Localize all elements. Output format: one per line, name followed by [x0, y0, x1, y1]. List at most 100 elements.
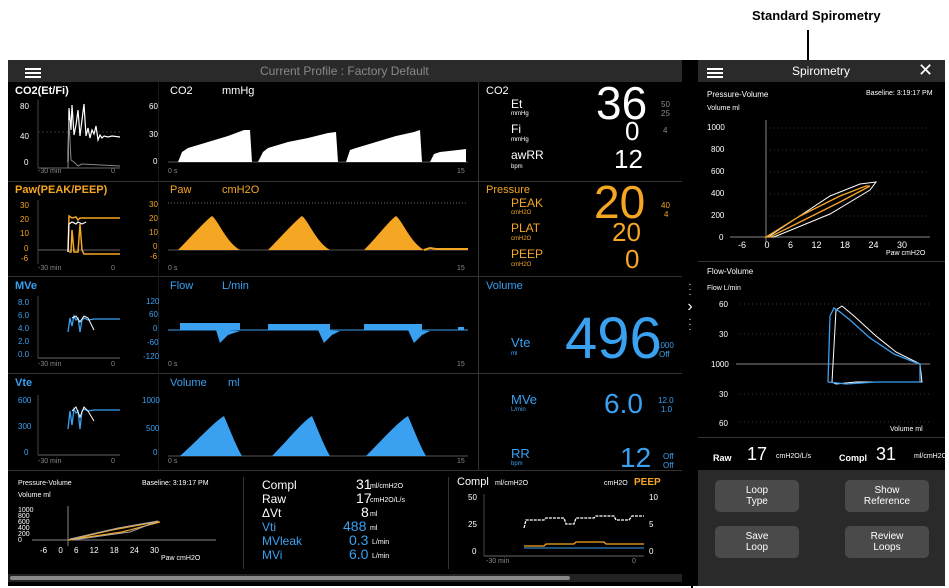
num-fi-label: Fi: [511, 122, 521, 136]
trend-co2-y3: 0: [24, 158, 29, 167]
num-mve-value: 6.0: [604, 388, 643, 419]
mini-loop-xticks: -6 0 6 12 18 24 30: [40, 546, 159, 555]
num-rr-label: RR: [511, 446, 530, 461]
trend-paw-xstart: -30 min: [38, 265, 62, 272]
spiro-compl-unit: ml/cmH2O: [914, 453, 948, 460]
fv-y1: 60: [719, 300, 728, 309]
trend2-xend: 0: [632, 558, 636, 565]
num-vte-label: Vte: [511, 335, 531, 350]
mini-loop-xunit: Paw cmH2O: [161, 555, 201, 562]
wave-paw-y1: 30: [149, 200, 158, 209]
spiro-raw-unit: cmH2O/L/s: [776, 453, 812, 460]
num-et-label: Et: [511, 97, 523, 111]
wave-co2-y3: 0: [153, 157, 158, 166]
loop-type-button[interactable]: Loop Type: [715, 480, 799, 512]
wave-flow-unit: L/min: [222, 280, 249, 292]
review-loops-button[interactable]: Review Loops: [845, 526, 929, 558]
profile-title: Current Profile : Factory Default: [260, 64, 429, 78]
trend2-right-y3: 0: [649, 547, 654, 556]
save-loop-button[interactable]: Save Loop: [715, 526, 799, 558]
trend-vte-xstart: -30 min: [38, 458, 62, 465]
panel-handle[interactable]: · · · › · · ·: [684, 280, 696, 352]
wave-flow-y1: 120: [146, 297, 160, 306]
fv-y5: 60: [719, 419, 728, 428]
trend2-peep-unit: cmH2O: [604, 480, 628, 487]
num-peep-label: PEEP: [511, 247, 544, 261]
wave-co2-xstart: 0 s: [168, 168, 178, 175]
num-vte-hi: 1000: [656, 341, 674, 350]
wave-co2-y2: 30: [149, 130, 158, 139]
fv-y4: 30: [719, 390, 728, 399]
raw-label: Raw: [262, 492, 287, 506]
trend-paw-y4: 0: [24, 244, 29, 253]
main-panel: Current Profile : Factory Default CO2(Et…: [8, 60, 682, 586]
wave-paw-plot: [168, 202, 468, 251]
pv-xunit: Paw cmH2O: [886, 250, 926, 257]
trend2-xstart: -30 min: [486, 558, 510, 565]
spirometry-panel: Spirometry ✕ Pressure-Volume Baseline: 3…: [698, 60, 948, 586]
wave-paw-y5: -6: [150, 252, 158, 261]
trend-mve-label: MVe: [15, 280, 38, 292]
wave-volume-y1: 1000: [142, 396, 160, 405]
num-rr-hi: Off: [663, 452, 674, 461]
show-reference-button[interactable]: Show Reference: [845, 480, 929, 512]
profile-value: Factory Default: [347, 64, 429, 78]
num-peak-unit: cmH2O: [511, 210, 532, 216]
num-peak-lo: 4: [664, 210, 669, 219]
spiro-compl-value: 31: [876, 444, 897, 464]
fv-y3: 1000: [711, 360, 729, 369]
num-awrr-value: 12: [614, 144, 643, 174]
spiro-raw-value: 17: [747, 444, 768, 464]
mini-loop-ylabel: Volume ml: [18, 492, 51, 499]
wave-flow-plot: [168, 323, 468, 343]
scrollbar-thumb[interactable]: [10, 576, 570, 580]
wave-paw-unit: cmH2O: [222, 184, 260, 196]
num-peak-hi: 40: [661, 201, 670, 210]
num-mve-unit: L/min: [511, 407, 526, 413]
trend-paw-y3: 10: [20, 229, 29, 238]
wave-flow-y5: -120: [143, 352, 160, 361]
pv-y4: 400: [711, 189, 725, 198]
handle-dots-bottom: · · ·: [688, 314, 692, 335]
trend2-peep-label: PEEP: [634, 477, 661, 488]
wave-volume-plot: [168, 416, 468, 457]
compl-unit: ml/cmH2O: [370, 483, 404, 490]
mvi-value: 6.0: [349, 546, 369, 562]
mini-loop-yticks: 1000 800 600 400 200 0: [18, 507, 34, 544]
fv-y2: 30: [719, 330, 728, 339]
num-rr-lo: Off: [663, 461, 674, 470]
trend-mve-y1: 8.0: [18, 298, 30, 307]
pv-baseline: Baseline: 3:19:17 PM: [866, 90, 933, 97]
num-et-lo: 25: [661, 109, 670, 118]
wave-flow-y4: -60: [147, 338, 159, 347]
wave-volume-xstart: 0 s: [168, 458, 178, 465]
num-et-value: 36: [596, 77, 648, 129]
wave-flow-y3: 0: [153, 324, 158, 333]
wave-volume-label: Volume: [170, 377, 207, 389]
wave-co2-y1: 60: [149, 102, 158, 111]
vti-unit: ml: [370, 525, 378, 532]
close-icon[interactable]: ✕: [918, 60, 933, 81]
trend-mve-y3: 4.0: [18, 324, 30, 333]
trend-mve-plot: [37, 296, 120, 359]
spiro-menu-icon[interactable]: [707, 66, 723, 80]
trend-vte-y1: 600: [18, 396, 32, 405]
dvt-label: ΔVt: [262, 506, 282, 520]
num-vte-value: 496: [565, 306, 662, 371]
trend-mve-y4: 2.0: [18, 337, 30, 346]
pv-y2: 800: [711, 145, 725, 154]
trend2-compl-label: Compl: [457, 476, 489, 488]
trend-paw-y5: -6: [21, 254, 29, 263]
num-plat-unit: cmH2O: [511, 236, 532, 242]
trend-paw-y1: 30: [20, 201, 29, 210]
wave-co2-unit: mmHg: [222, 85, 255, 97]
horizontal-scrollbar[interactable]: [8, 574, 682, 582]
num-awrr-unit: bpm: [511, 164, 523, 170]
menu-icon[interactable]: [25, 66, 41, 80]
callout-title: Standard Spirometry: [752, 8, 881, 23]
num-et-hi: 50: [661, 100, 670, 109]
num-volume-title: Volume: [486, 280, 523, 292]
mini-loop-plot: [32, 506, 216, 546]
num-rr-unit: bpm: [511, 461, 523, 467]
trend2-left-y3: 0: [472, 547, 477, 556]
